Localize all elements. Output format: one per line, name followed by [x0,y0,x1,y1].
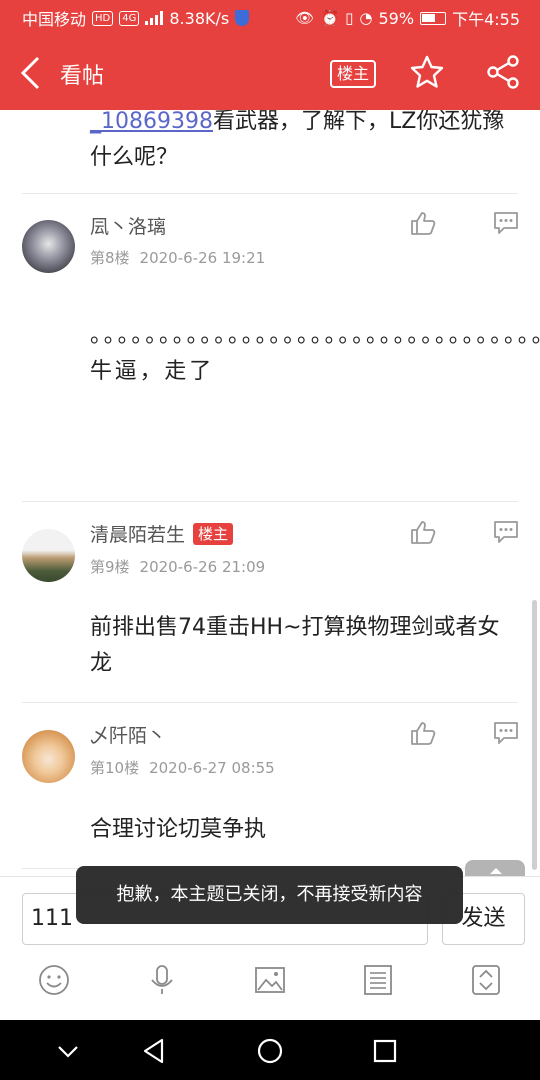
share-icon[interactable] [486,55,520,89]
carrier-name: 中国移动 [22,10,87,29]
thumb-up-icon[interactable] [410,720,436,746]
username[interactable]: 凨丶洛璃 [90,212,166,239]
status-left: 中国移动 HD 4G 8.38K/s [22,6,250,30]
status-right: 👁 ⏰ ▯ ◔ 59% 下午4:55 [295,6,520,30]
post-meta: 第10楼 2020-6-27 08:55 [90,757,275,778]
avatar[interactable] [22,529,75,582]
network-speed: 8.38K/s [169,8,230,28]
floor-number: 第8楼 [90,249,130,267]
hd-badge: HD [92,10,114,26]
post-body: 。。。。。。。。。。。。。。。。。。。。。。。。。。。。。。。。。。。。。。。。… [90,323,540,384]
divider [22,702,518,703]
post-time: 2020-6-26 19:21 [139,249,266,267]
nav-back-icon[interactable] [140,1036,170,1066]
system-nav-bar [0,1020,540,1080]
scrollbar[interactable] [532,600,537,870]
eye-icon: 👁 [295,9,315,27]
floor-number: 第9楼 [90,558,130,576]
nav-bar: 看帖 楼主 [0,36,540,110]
thumb-up-icon[interactable] [410,210,436,236]
data-saver-icon: ◔ [359,9,373,27]
avatar[interactable] [22,730,75,783]
post-time: 2020-6-27 08:55 [149,759,275,777]
thumb-up-icon[interactable] [410,519,436,545]
vibrate-icon: ▯ [345,9,354,27]
back-arrow-icon[interactable] [18,56,46,90]
post-body: 合理讨论切莫争执 [90,817,267,842]
battery-percent: 59% [378,8,415,28]
microphone-icon[interactable] [145,963,179,997]
user-mention-link[interactable]: _10869398 [90,110,213,134]
nav-recents-icon[interactable] [370,1036,400,1066]
thread-content[interactable]: _10869398看武器，了解下，LZ你还犹豫什么呢？ 凨丶洛璃 第8楼 2020… [0,110,540,880]
network-badge: 4G [119,10,140,26]
page-title: 看帖 [60,64,105,89]
status-bar: 中国移动 HD 4G 8.38K/s 👁 ⏰ ▯ ◔ 59% 下午4:55 [0,0,540,36]
comment-icon[interactable] [493,720,519,746]
battery-icon [420,11,447,25]
comment-icon[interactable] [493,519,519,545]
comment-icon[interactable] [493,210,519,236]
expand-icon[interactable] [469,963,503,997]
star-icon[interactable] [410,55,444,89]
only-owner-button[interactable]: 楼主 [330,60,377,88]
post-body: 前排出售74重击HH~打算换物理剑或者女龙 [90,615,500,676]
post-meta: 第8楼 2020-6-26 19:21 [90,247,265,268]
username-row: 清晨陌若生 楼主 [90,520,234,547]
security-shield-icon [235,10,250,26]
toast-message: 抱歉，本主题已关闭，不再接受新内容 [76,866,463,924]
previous-post-text: _10869398看武器，了解下，LZ你还犹豫什么呢？ [90,110,510,176]
chevron-down-icon[interactable] [53,1036,83,1066]
alarm-icon: ⏰ [320,9,340,27]
nav-home-icon[interactable] [255,1036,285,1066]
post-time: 2020-6-26 21:09 [139,558,266,576]
username[interactable]: 清晨陌若生 [90,524,185,546]
divider [22,193,518,194]
username[interactable]: 乄阡陌丶 [90,721,166,748]
top-bar: 中国移动 HD 4G 8.38K/s 👁 ⏰ ▯ ◔ 59% 下午4:55 看帖… [0,0,540,110]
signal-icon [145,11,164,25]
avatar[interactable] [22,220,75,273]
owner-badge: 楼主 [193,523,234,545]
list-icon[interactable] [361,963,395,997]
clock: 下午4:55 [452,10,520,29]
emoji-icon[interactable] [37,963,71,997]
floor-number: 第10楼 [90,759,140,777]
post-meta: 第9楼 2020-6-26 21:09 [90,556,265,577]
divider [22,501,518,502]
image-icon[interactable] [253,963,287,997]
